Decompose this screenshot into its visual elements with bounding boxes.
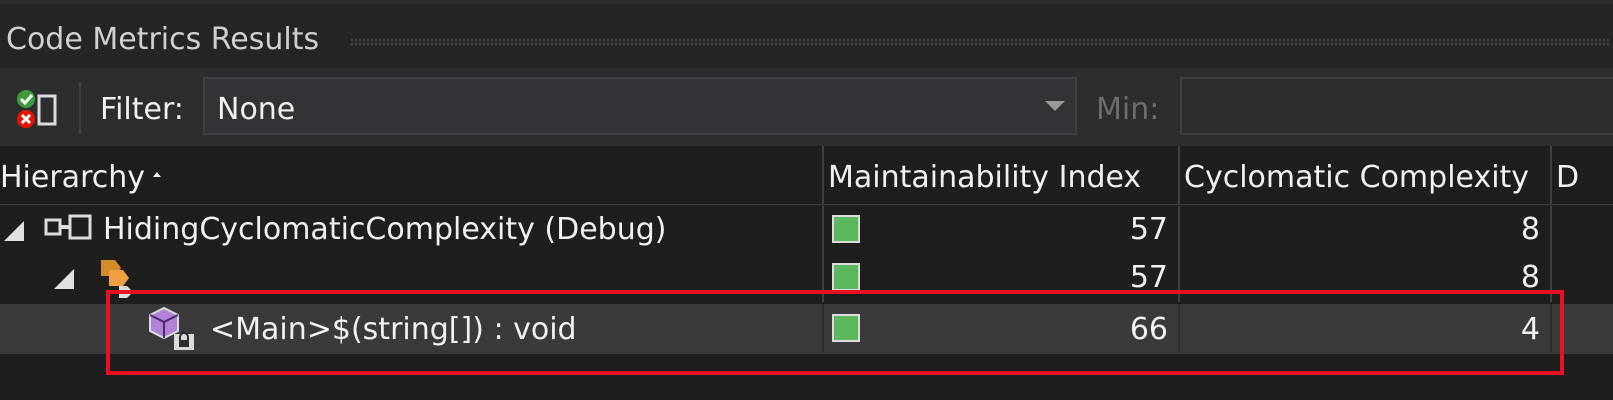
row-label: <Main>$(string[]) : void [210, 312, 577, 347]
namespace-class-icon [95, 256, 145, 304]
expander-expanded-icon[interactable] [4, 221, 24, 241]
cell-divider [1550, 206, 1552, 254]
toolbar: Filter: None Min: [0, 68, 1613, 146]
filter-dropdown[interactable]: None [203, 77, 1077, 135]
tool-window-header[interactable]: Code Metrics Results [0, 4, 1613, 68]
maintainability-value: 66 [1129, 312, 1168, 347]
method-private-icon [148, 306, 200, 354]
cyclomatic-value: 4 [1520, 312, 1540, 347]
column-header-next-label: D [1556, 160, 1580, 195]
cell-divider [1550, 304, 1552, 352]
maintainability-value: 57 [1129, 212, 1168, 247]
row-label: HidingCyclomaticComplexity (Debug) [103, 212, 667, 247]
sort-ascending-icon [153, 172, 162, 177]
column-header-cyclomatic-label: Cyclomatic Complexity [1184, 160, 1530, 195]
cell-divider [1550, 254, 1552, 302]
chevron-down-icon[interactable] [1045, 101, 1065, 111]
cell-divider [822, 254, 824, 302]
column-header-maintainability[interactable]: Maintainability Index [824, 146, 1180, 204]
min-label: Min: [1096, 92, 1160, 127]
column-header-cyclomatic[interactable]: Cyclomatic Complexity [1180, 146, 1552, 204]
toolbar-separator [79, 82, 81, 134]
cell-divider [1178, 304, 1180, 352]
rating-indicator [832, 314, 860, 342]
metrics-grid: Hierarchy Maintainability Index Cyclomat… [0, 146, 1613, 400]
panel-title: Code Metrics Results [6, 22, 320, 57]
check-error-toggle-icon[interactable] [12, 88, 60, 130]
maintainability-value: 57 [1129, 260, 1168, 295]
expander-expanded-icon[interactable] [54, 269, 74, 289]
table-row[interactable]: 57 8 [0, 254, 1613, 302]
column-header-hierarchy[interactable]: Hierarchy [0, 146, 824, 204]
column-header-hierarchy-label: Hierarchy [0, 160, 146, 195]
cell-divider [1178, 254, 1180, 302]
table-row[interactable]: HidingCyclomaticComplexity (Debug) 57 8 [0, 206, 1613, 254]
cyclomatic-value: 8 [1520, 212, 1540, 247]
min-input[interactable] [1180, 77, 1613, 135]
cyclomatic-value: 8 [1520, 260, 1540, 295]
cell-divider [1178, 206, 1180, 254]
cell-divider [822, 304, 824, 352]
header-grip[interactable] [350, 38, 1610, 46]
rating-indicator [832, 263, 860, 291]
table-row[interactable]: <Main>$(string[]) : void 66 4 [0, 304, 1613, 354]
filter-value: None [217, 92, 296, 127]
column-header-next[interactable]: D [1552, 146, 1613, 204]
filter-label: Filter: [100, 92, 184, 127]
cell-divider [822, 206, 824, 254]
header-divider [0, 204, 1613, 205]
column-header-maintainability-label: Maintainability Index [828, 160, 1142, 195]
rating-indicator [832, 215, 860, 243]
